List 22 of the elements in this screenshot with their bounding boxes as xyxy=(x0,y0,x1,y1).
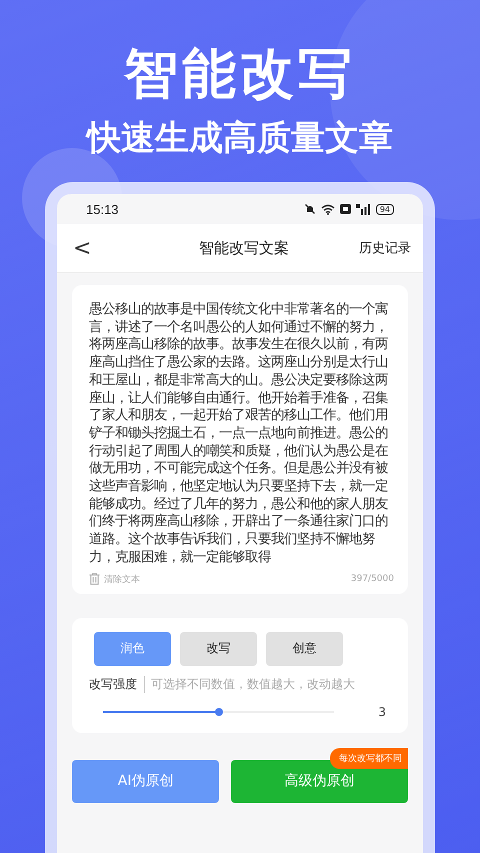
hd-icon xyxy=(340,204,351,214)
battery-level: 94 xyxy=(376,204,394,214)
muted-bell-icon xyxy=(304,203,316,215)
strength-slider[interactable] xyxy=(103,710,334,713)
strength-hint: 可选择不同数值，数值越大，改动越大 xyxy=(150,676,355,693)
mode-tab[interactable]: 创意 xyxy=(266,632,343,666)
trash-icon xyxy=(89,573,100,586)
status-time: 15:13 xyxy=(86,202,119,216)
strength-value: 3 xyxy=(378,704,386,719)
promo-title: 智能改写 xyxy=(124,42,356,106)
wifi-icon xyxy=(320,204,335,214)
back-button[interactable]: < xyxy=(69,236,96,260)
screen-title: 智能改写文案 xyxy=(199,238,290,258)
mode-tab[interactable]: 改写 xyxy=(180,632,257,666)
signal-icon xyxy=(356,204,371,214)
strength-label: 改写强度 xyxy=(89,676,145,693)
character-count: 397/5000 xyxy=(350,574,394,584)
history-link[interactable]: 历史记录 xyxy=(359,239,411,257)
promo-badge: 每次改写都不同 xyxy=(330,748,408,769)
slider-thumb[interactable] xyxy=(214,708,222,716)
promo-subtitle: 快速生成高质量文章 xyxy=(87,117,393,160)
article-text-field[interactable]: 愚公移山的故事是中国传统文化中非常著名的一个寓言，讲述了一个名叫愚公的人如何通过不懈的努力，将两座高山移除的故事。故事发生在很久以前，有两座高山挡住了愚公家的去路。这两座山分别是太行山和王屋山，都是非常高大的山。愚公决定要移除这两座山，让人们能够自由通行。他开始着手准备，召集了家人和朋友，一起开始了艰苦的移山工作。他们用铲子和锄头挖掘土石，一点一点地向前推进。愚公的行动引起了周围人的嘲笑和质疑，他们认为愚公是在做无用功，不可能完成这个任务。但是愚公并没有被这些声音影响，他坚定地认为只要坚持下去，就一定能够成功。经过了几年的努力，愚公和他的家人朋友们终于将两座高山移除，开辟出了一条通往家门口的道路。这个故事告诉我们，只要我们坚持不懈地努力，克服困难，就一定能够取得 xyxy=(89,301,392,567)
